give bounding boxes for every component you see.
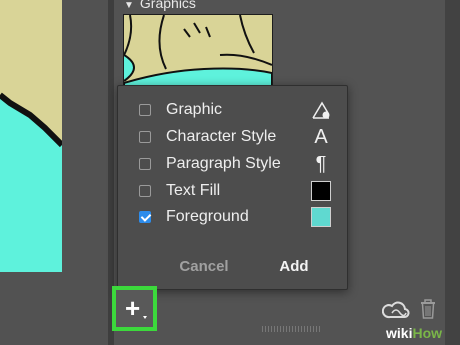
wikihow-watermark: wikiHow <box>386 325 442 341</box>
section-title: Graphics <box>139 0 196 11</box>
graphic-shape-icon <box>310 99 332 121</box>
paragraph-style-icon: ¶ <box>315 153 327 175</box>
text-fill-checkbox[interactable] <box>139 185 151 197</box>
menu-item-graphic[interactable]: Graphic <box>118 97 347 123</box>
thumbnail-artwork <box>124 15 272 91</box>
menu-item-label: Character Style <box>166 128 277 145</box>
artboard-canvas <box>0 0 62 272</box>
menu-item-paragraph-style[interactable]: Paragraph Style ¶ <box>118 151 347 177</box>
canvas-artwork <box>0 92 62 272</box>
graphic-checkbox[interactable] <box>139 104 151 116</box>
plus-icon: + <box>125 293 141 323</box>
panel-scrollbar[interactable] <box>445 0 460 345</box>
watermark-how: How <box>412 325 443 341</box>
creative-cloud-icon[interactable] <box>382 301 410 321</box>
add-content-button[interactable]: + <box>112 286 157 331</box>
character-style-icon: A <box>314 126 328 148</box>
panel-resize-grip[interactable] <box>262 326 322 332</box>
menu-item-label: Text Fill <box>166 182 221 199</box>
menu-item-label: Paragraph Style <box>166 155 281 172</box>
graphic-thumbnail[interactable] <box>123 14 273 92</box>
graphics-section-header[interactable]: ▼ Graphics <box>124 0 196 11</box>
add-content-popup: Graphic Character Style A Paragraph Styl… <box>117 85 348 290</box>
watermark-wiki: wiki <box>386 325 413 341</box>
text-fill-swatch <box>311 181 331 201</box>
foreground-checkbox[interactable] <box>139 211 151 223</box>
character-style-checkbox[interactable] <box>139 131 151 143</box>
add-button[interactable]: Add <box>272 256 316 278</box>
trash-icon[interactable] <box>419 298 437 320</box>
canvas-bottom-bar <box>0 272 108 345</box>
cancel-button[interactable]: Cancel <box>174 256 234 278</box>
foreground-swatch <box>311 207 331 227</box>
menu-item-label: Graphic <box>166 101 223 118</box>
disclosure-triangle-icon[interactable]: ▼ <box>124 0 134 11</box>
dropdown-caret-icon <box>143 316 147 319</box>
menu-item-foreground[interactable]: Foreground <box>118 204 347 230</box>
menu-item-character-style[interactable]: Character Style A <box>118 124 347 150</box>
menu-item-label: Foreground <box>166 208 249 225</box>
paragraph-style-checkbox[interactable] <box>139 158 151 170</box>
menu-item-text-fill[interactable]: Text Fill <box>118 178 347 204</box>
